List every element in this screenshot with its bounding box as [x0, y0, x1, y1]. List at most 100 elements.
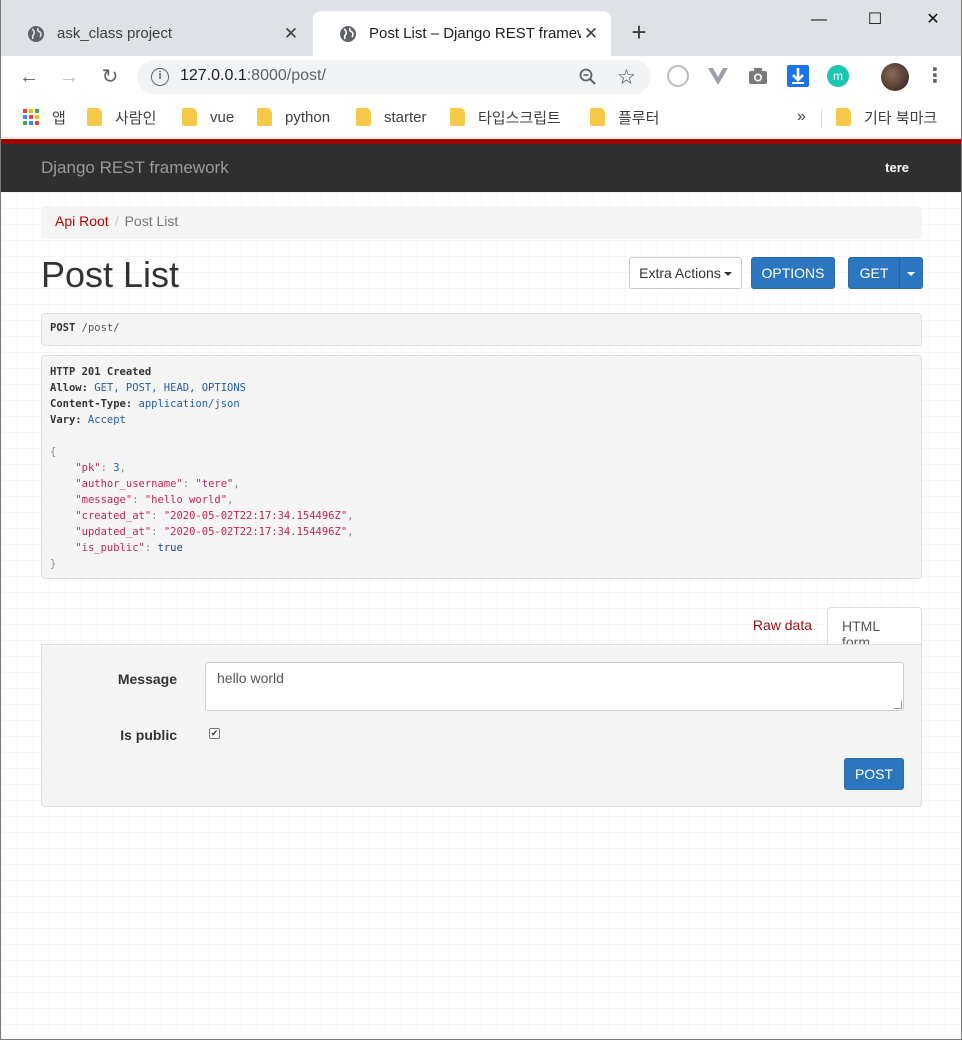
- json-close-brace: }: [50, 558, 57, 570]
- header-value: Accept: [81, 414, 126, 426]
- navbar: Django REST framework tere: [1, 144, 961, 192]
- json-key: "pk": [75, 462, 101, 474]
- maximize-button[interactable]: ☐: [855, 6, 895, 34]
- json-open-brace: {: [50, 446, 57, 458]
- header-name: Vary:: [50, 414, 82, 426]
- extension-camera-icon[interactable]: [747, 65, 769, 87]
- json-comma: ,: [119, 462, 126, 474]
- bookmark-label: vue: [210, 108, 235, 126]
- url-path: :8000/post/: [246, 67, 326, 84]
- header-name: Allow:: [50, 382, 88, 394]
- tab-raw-data[interactable]: Raw data: [739, 607, 826, 645]
- address-bar[interactable]: i 127.0.0.1:8000/post/ ☆: [137, 60, 651, 94]
- tab-post-list[interactable]: Post List – Django REST framew ✕: [313, 11, 611, 56]
- url-text: 127.0.0.1:8000/post/: [180, 67, 326, 85]
- extension-download-icon[interactable]: [787, 65, 809, 87]
- back-icon[interactable]: ←: [15, 63, 43, 91]
- browser-window: ask_class project ✕ Post List – Django R…: [0, 0, 962, 1040]
- bookmark-label: 사람인: [115, 109, 157, 127]
- header-name: Content-Type:: [50, 398, 133, 410]
- extension-target-icon[interactable]: [667, 65, 689, 87]
- response-info: HTTP 201 Created Allow: GET, POST, HEAD,…: [41, 355, 922, 579]
- json-key: "created_at": [75, 510, 152, 522]
- navbar-brand[interactable]: Django REST framework: [41, 158, 229, 178]
- request-path: /post/: [75, 322, 120, 334]
- tab-html-form[interactable]: HTML form: [827, 607, 922, 650]
- navbar-user-menu[interactable]: tere: [885, 160, 909, 175]
- extra-actions-label: Extra Actions: [639, 265, 721, 281]
- is-public-label: Is public: [120, 727, 177, 743]
- bookmark-label: 기타 북마크: [864, 109, 938, 127]
- folder-icon: [87, 108, 102, 126]
- menu-icon[interactable]: ⋮: [925, 62, 945, 90]
- tab-strip: ask_class project ✕ Post List – Django R…: [1, 0, 961, 56]
- caret-down-icon: [907, 272, 915, 277]
- zoom-icon[interactable]: [579, 68, 597, 91]
- options-button[interactable]: OPTIONS: [751, 257, 835, 289]
- bookmarks-bar: 앱 사람인 vue python starter 타입스크립트 플루터 » 기타…: [1, 98, 961, 138]
- extra-actions-dropdown[interactable]: Extra Actions: [629, 257, 742, 289]
- bookmark-starter[interactable]: starter: [356, 106, 427, 128]
- header-value: application/json: [132, 398, 240, 410]
- get-button[interactable]: GET: [848, 257, 900, 289]
- bookmark-label: 플루터: [618, 109, 660, 127]
- extension-vuejs-icon[interactable]: [707, 65, 729, 87]
- json-comma: ,: [347, 510, 354, 522]
- message-field[interactable]: hello world: [205, 662, 904, 711]
- resize-handle-icon[interactable]: [894, 701, 902, 709]
- globe-icon: [28, 25, 44, 42]
- bookmark-label: starter: [384, 108, 427, 126]
- response-status: HTTP 201 Created: [50, 366, 152, 378]
- page-content: Api Root / Post List Post List Extra Actio…: [1, 192, 961, 1039]
- is-public-checkbox[interactable]: ✔: [209, 728, 220, 739]
- tab-title: ask_class project: [57, 25, 173, 42]
- bookmark-label: 타입스크립트: [478, 109, 561, 127]
- reload-icon[interactable]: ↻: [96, 63, 124, 91]
- bookmark-saramin[interactable]: 사람인: [87, 106, 156, 128]
- minimize-button[interactable]: —: [799, 6, 839, 34]
- folder-icon: [257, 108, 272, 126]
- message-value: hello world: [217, 670, 284, 686]
- form-tabs: Raw data HTML form: [41, 607, 922, 650]
- apps-grid-icon: [23, 109, 39, 125]
- url-host: 127.0.0.1: [180, 67, 247, 84]
- breadcrumb-api-root[interactable]: Api Root: [55, 213, 109, 229]
- globe-icon: [340, 25, 356, 42]
- folder-icon: [836, 108, 851, 126]
- star-icon[interactable]: ☆: [617, 65, 636, 90]
- json-key: "updated_at": [75, 526, 152, 538]
- tab-title: Post List – Django REST framew: [369, 25, 581, 42]
- tab-ask-class-project[interactable]: ask_class project ✕: [1, 11, 311, 56]
- bookmark-typescript[interactable]: 타입스크립트: [450, 106, 561, 128]
- new-tab-button[interactable]: +: [625, 19, 653, 47]
- close-window-button[interactable]: ✕: [913, 6, 953, 34]
- json-comma: ,: [227, 494, 234, 506]
- bookmark-python[interactable]: python: [257, 106, 330, 128]
- info-icon[interactable]: i: [151, 68, 169, 86]
- message-label: Message: [117, 671, 177, 687]
- extension-m-icon[interactable]: m: [827, 65, 849, 87]
- bookmark-other[interactable]: 기타 북마크: [836, 106, 937, 128]
- json-value: "hello world": [144, 494, 228, 506]
- bookmark-label: python: [285, 108, 331, 126]
- browser-toolbar: ← → ↻ i 127.0.0.1:8000/post/ ☆ m ⋮: [1, 56, 961, 98]
- caret-down-icon: [723, 272, 732, 277]
- post-submit-button[interactable]: POST: [844, 758, 904, 790]
- bookmark-flutter[interactable]: 플루터: [590, 106, 659, 128]
- page-title: Post List: [41, 254, 180, 295]
- get-format-dropdown[interactable]: [899, 257, 923, 289]
- json-comma: ,: [347, 526, 354, 538]
- bookmark-apps[interactable]: 앱: [23, 106, 66, 128]
- bookmarks-divider: [821, 108, 822, 128]
- header-value: GET, POST, HEAD, OPTIONS: [87, 382, 246, 394]
- bookmark-vue[interactable]: vue: [182, 106, 234, 128]
- folder-icon: [450, 108, 465, 126]
- avatar[interactable]: [881, 63, 909, 91]
- close-tab-icon[interactable]: ✕: [281, 24, 301, 44]
- close-tab-icon[interactable]: ✕: [581, 24, 601, 44]
- forward-icon[interactable]: →: [55, 63, 83, 91]
- json-key: "message": [75, 494, 133, 506]
- json-value: "2020-05-02T22:17:34.154496Z": [163, 526, 348, 538]
- bookmarks-overflow-button[interactable]: »: [797, 106, 806, 128]
- breadcrumb-separator: /: [114, 213, 119, 229]
